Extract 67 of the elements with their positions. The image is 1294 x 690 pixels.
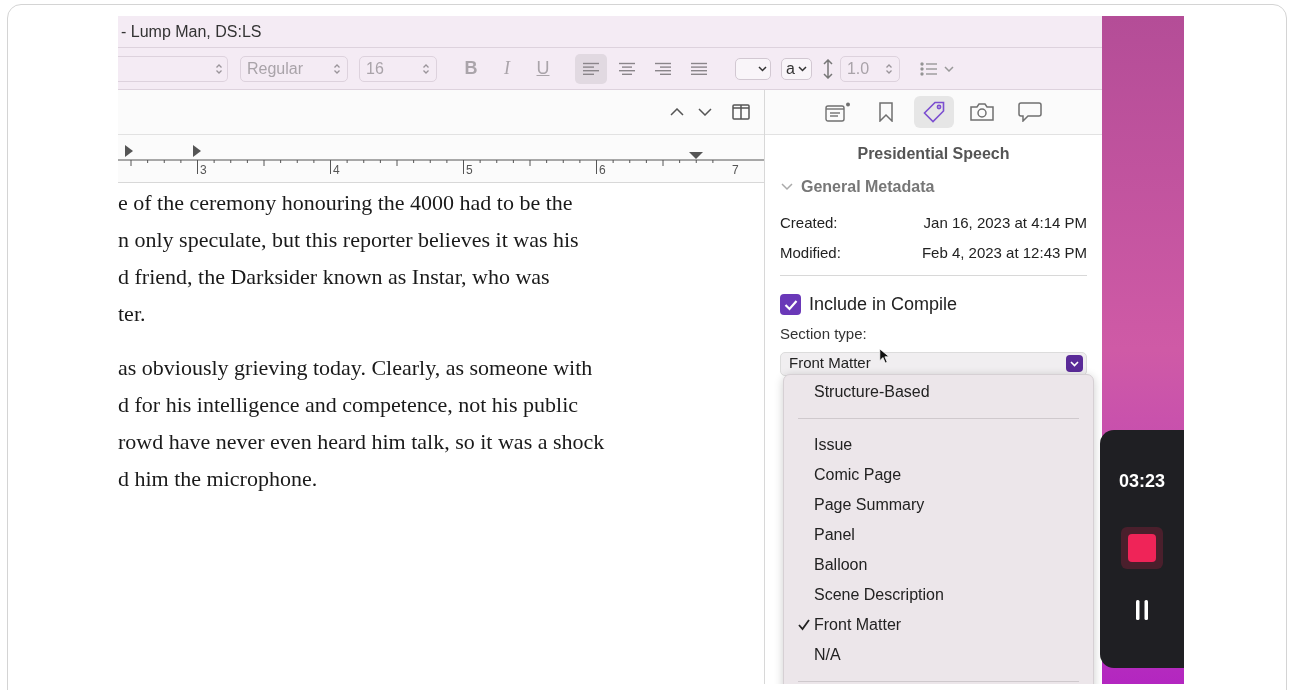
window-title: - Lump Man, DS:LS [120, 21, 262, 42]
ruler-number: 5 [466, 164, 473, 176]
pause-icon[interactable] [1133, 599, 1151, 621]
align-left-icon [582, 61, 600, 76]
menu-item[interactable]: Page Summary [798, 490, 1079, 520]
camera-icon [969, 103, 994, 121]
text-line: d him the microphone. [118, 465, 318, 493]
style-select[interactable]: a [781, 57, 812, 80]
menu-item[interactable]: Issue [798, 430, 1079, 460]
split-view-icon[interactable] [732, 104, 750, 120]
bookmark-icon [877, 102, 894, 122]
ruler-number: 7 [732, 164, 739, 176]
recording-timer: 03:23 [1118, 470, 1165, 493]
align-left-button[interactable] [575, 53, 607, 84]
inspector-tab[interactable] [913, 96, 954, 128]
text-line: rowd have never even heard him talk, so it was a shock [118, 428, 605, 456]
menu-item[interactable]: Structure-Based [798, 377, 1079, 407]
checkmark-icon [798, 619, 810, 631]
menu-item[interactable]: Comic Page [798, 460, 1079, 490]
chevron-up-icon[interactable] [670, 108, 684, 116]
chevron-down-icon[interactable] [698, 108, 712, 116]
metadata-label: Created: [780, 213, 838, 233]
text-line: n only speculate, but this reporter believes it was his [118, 226, 579, 254]
caret-icon [943, 65, 954, 72]
metadata-value: Jan 16, 2023 at 4:14 PM [923, 213, 1087, 233]
menu-item[interactable]: Balloon [798, 550, 1079, 580]
align-right-icon [654, 61, 672, 76]
ruler-number: 3 [200, 164, 207, 176]
chevron-icon [215, 62, 223, 75]
tag-icon [922, 101, 945, 123]
section-type-select[interactable]: Front Matter [780, 351, 1087, 376]
chevron-icon [884, 62, 893, 75]
menu-item[interactable]: N/A [798, 640, 1079, 670]
notes-icon [824, 102, 851, 122]
text-line: e of the ceremony honouring the 4000 had to be the [118, 189, 573, 217]
text-color-select[interactable] [735, 57, 771, 80]
metadata-label: Modified: [780, 242, 841, 263]
checkmark-icon [783, 298, 798, 311]
menu-item[interactable]: Scene Description [798, 580, 1079, 610]
bulleted-list-icon [919, 61, 938, 76]
chevron-icon [422, 62, 430, 75]
ruler-number: 4 [333, 164, 340, 176]
speech-bubble-icon [1017, 102, 1042, 122]
caret-icon [797, 65, 807, 72]
document-title: Presidential Speech [857, 144, 1010, 164]
section-type-label: Section type: [780, 324, 868, 344]
text-line: d friend, the Darksider known as Instar, who was [118, 263, 550, 291]
text-line: as obviously grieving today. Clearly, as someone with [118, 354, 593, 382]
include-in-compile-checkbox[interactable]: Include in Compile [780, 291, 958, 318]
metadata-value: Feb 4, 2023 at 12:43 PM [921, 242, 1087, 263]
caret-icon [758, 65, 767, 72]
stop-button[interactable] [1121, 527, 1163, 569]
line-spacing-icon [821, 58, 834, 79]
mouse-pointer-icon [879, 348, 890, 364]
disclosure-chevron-icon [781, 183, 793, 191]
section-header[interactable]: General Metadata [781, 175, 935, 199]
chevron-icon [333, 62, 341, 75]
align-justify-icon [690, 61, 708, 76]
menu-item[interactable]: Front Matter [798, 610, 1079, 640]
text-line: d for his intelligence and competence, not his public [118, 391, 579, 419]
checkbox[interactable] [780, 294, 801, 315]
caret-icon [1070, 360, 1079, 367]
text-line: ter. [118, 300, 146, 328]
ruler-number: 6 [599, 164, 606, 176]
align-center-icon [618, 61, 636, 76]
list-style-button[interactable] [919, 61, 954, 76]
menu-item[interactable]: Panel [798, 520, 1079, 550]
